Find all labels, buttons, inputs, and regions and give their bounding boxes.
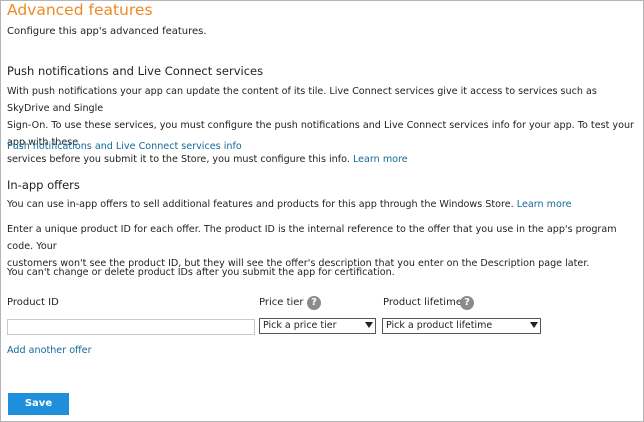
push-desc-line3-text: services before you submit it to the Sto…	[7, 154, 350, 165]
price-tier-label: Price tier	[259, 297, 304, 308]
page-subtitle: Configure this app's advanced features.	[7, 26, 207, 37]
save-button[interactable]: Save	[8, 393, 69, 415]
inapp-learn-more-link[interactable]: Learn more	[517, 199, 572, 210]
push-learn-more-link[interactable]: Learn more	[353, 154, 408, 165]
product-id-label: Product ID	[7, 297, 59, 308]
inapp-desc-text: You can use in-app offers to sell additi…	[7, 199, 514, 210]
product-lifetime-help-icon[interactable]: ?	[460, 296, 474, 310]
price-tier-help-icon[interactable]: ?	[307, 296, 321, 310]
inapp-enter-line1: Enter a unique product ID for each offer…	[7, 224, 617, 252]
product-lifetime-select[interactable]: Pick a product lifetime	[382, 318, 541, 334]
push-description: With push notifications your app can upd…	[7, 83, 635, 168]
add-another-offer-link[interactable]: Add another offer	[7, 342, 92, 359]
product-lifetime-label: Product lifetime	[383, 297, 462, 308]
inapp-warning-text: You can't change or delete product IDs a…	[7, 267, 395, 278]
push-info-link[interactable]: Push notifications and Live Connect serv…	[7, 138, 242, 155]
price-tier-select[interactable]: Pick a price tier	[259, 318, 376, 334]
product-lifetime-selected-value: Pick a product lifetime	[386, 320, 493, 331]
push-heading: Push notifications and Live Connect serv…	[7, 64, 264, 78]
inapp-heading: In-app offers	[7, 178, 80, 192]
inapp-description: You can use in-app offers to sell additi…	[7, 196, 635, 213]
product-id-input[interactable]	[7, 319, 255, 335]
push-desc-line1: With push notifications your app can upd…	[7, 86, 597, 114]
chevron-down-icon	[365, 322, 373, 328]
page-title: Advanced features	[7, 1, 153, 19]
price-tier-selected-value: Pick a price tier	[263, 320, 337, 331]
chevron-down-icon	[530, 322, 538, 328]
